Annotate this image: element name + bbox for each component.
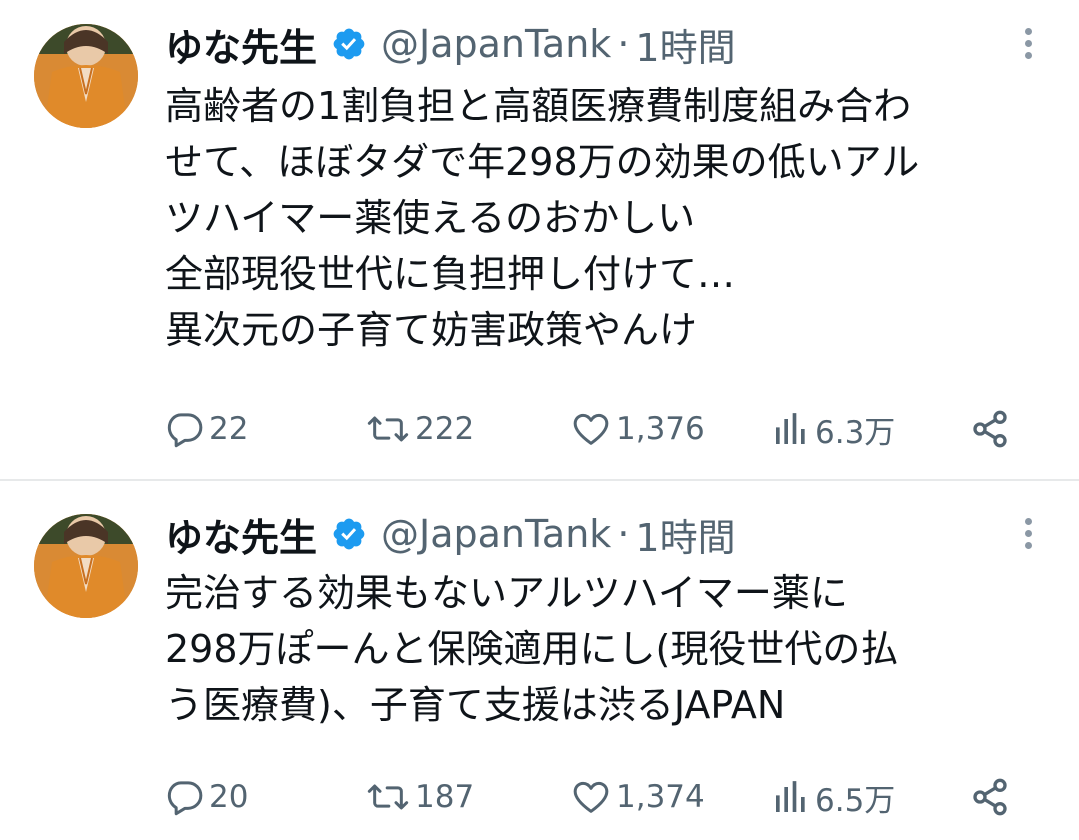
avatar[interactable] <box>34 24 138 128</box>
display-name[interactable]: ゆな先生 <box>165 17 317 72</box>
tweet-text-line: う医療費)、子育て支援は渋るJAPAN <box>165 683 786 727</box>
tweet-text-line: 298万ぽーんと保険適用にし(現役世代の払 <box>165 627 899 671</box>
tweet-text-line: 全部現役世代に負担押し付けて… <box>165 252 736 296</box>
views-count: 6.3万 <box>815 414 896 451</box>
separator-dot: · <box>617 22 630 66</box>
views-button[interactable]: 6.5万 <box>771 772 895 822</box>
retweet-button[interactable]: 187 <box>365 772 474 822</box>
separator-dot: · <box>617 512 630 556</box>
reply-button[interactable]: 22 <box>165 404 248 454</box>
tweet-text-line: せて、ほぼタダで年298万の効果の低いアル <box>165 140 920 184</box>
display-name[interactable]: ゆな先生 <box>165 507 317 562</box>
tweet-text-line: ツハイマー薬使えるのおかしい <box>165 196 696 240</box>
avatar[interactable] <box>34 514 138 618</box>
action-bar: 22 222 1,376 6.3万 <box>165 404 1025 454</box>
share-button[interactable] <box>970 772 1010 822</box>
like-button[interactable]: 1,376 <box>570 404 705 454</box>
views-count: 6.5万 <box>815 782 896 819</box>
share-button[interactable] <box>970 404 1010 454</box>
tweet-text-line: 異次元の子育て妨害政策やんけ <box>165 308 698 352</box>
retweet-button[interactable]: 222 <box>365 404 474 454</box>
reply-button[interactable]: 20 <box>165 772 248 822</box>
user-handle[interactable]: @JapanTank <box>381 512 611 556</box>
reply-count: 22 <box>209 411 249 447</box>
user-handle[interactable]: @JapanTank <box>381 22 611 66</box>
timestamp[interactable]: 1時間 <box>635 17 735 72</box>
views-icon <box>776 781 805 812</box>
tweet-text-line: 完治する効果もないアルツハイマー薬に <box>165 571 848 615</box>
tweet-header: ゆな先生 @JapanTank · 1時間 <box>165 508 736 560</box>
avatar-photo <box>34 24 138 128</box>
tweet[interactable]: ゆな先生 @JapanTank · 1時間 完治する効果もないアルツハイマー薬に… <box>0 480 1079 840</box>
like-count: 1,374 <box>616 779 705 815</box>
views-icon <box>776 413 805 444</box>
share-icon <box>973 410 1007 448</box>
like-icon <box>573 413 609 445</box>
reply-icon <box>167 781 203 816</box>
reply-count: 20 <box>209 779 249 815</box>
tweet-text: 高齢者の1割負担と高額医療費制度組み合わ せて、ほぼタダで年298万の効果の低い… <box>165 78 1065 358</box>
views-button[interactable]: 6.3万 <box>771 404 895 454</box>
like-button[interactable]: 1,374 <box>570 772 705 822</box>
verified-badge-icon <box>333 518 365 550</box>
verified-badge-icon <box>333 28 365 60</box>
timestamp[interactable]: 1時間 <box>635 507 735 562</box>
action-bar: 20 187 1,374 6.5万 <box>165 772 1025 822</box>
avatar-photo <box>34 514 138 618</box>
tweet-text: 完治する効果もないアルツハイマー薬に 298万ぽーんと保険適用にし(現役世代の払… <box>165 565 1065 733</box>
retweet-count: 222 <box>415 411 475 447</box>
retweet-icon <box>367 784 409 810</box>
more-icon[interactable] <box>1023 518 1033 554</box>
tweet-text-line: 高齢者の1割負担と高額医療費制度組み合わ <box>165 84 912 128</box>
tweet-header: ゆな先生 @JapanTank · 1時間 <box>165 18 736 70</box>
like-icon <box>573 781 609 813</box>
reply-icon <box>167 413 203 448</box>
like-count: 1,376 <box>616 411 705 447</box>
timeline: ゆな先生 @JapanTank · 1時間 高齢者の1割負担と高額医療費制度組み… <box>0 0 1079 840</box>
more-icon[interactable] <box>1023 28 1033 64</box>
retweet-icon <box>367 416 409 442</box>
retweet-count: 187 <box>415 779 475 815</box>
tweet[interactable]: ゆな先生 @JapanTank · 1時間 高齢者の1割負担と高額医療費制度組み… <box>0 0 1079 479</box>
share-icon <box>973 778 1007 816</box>
